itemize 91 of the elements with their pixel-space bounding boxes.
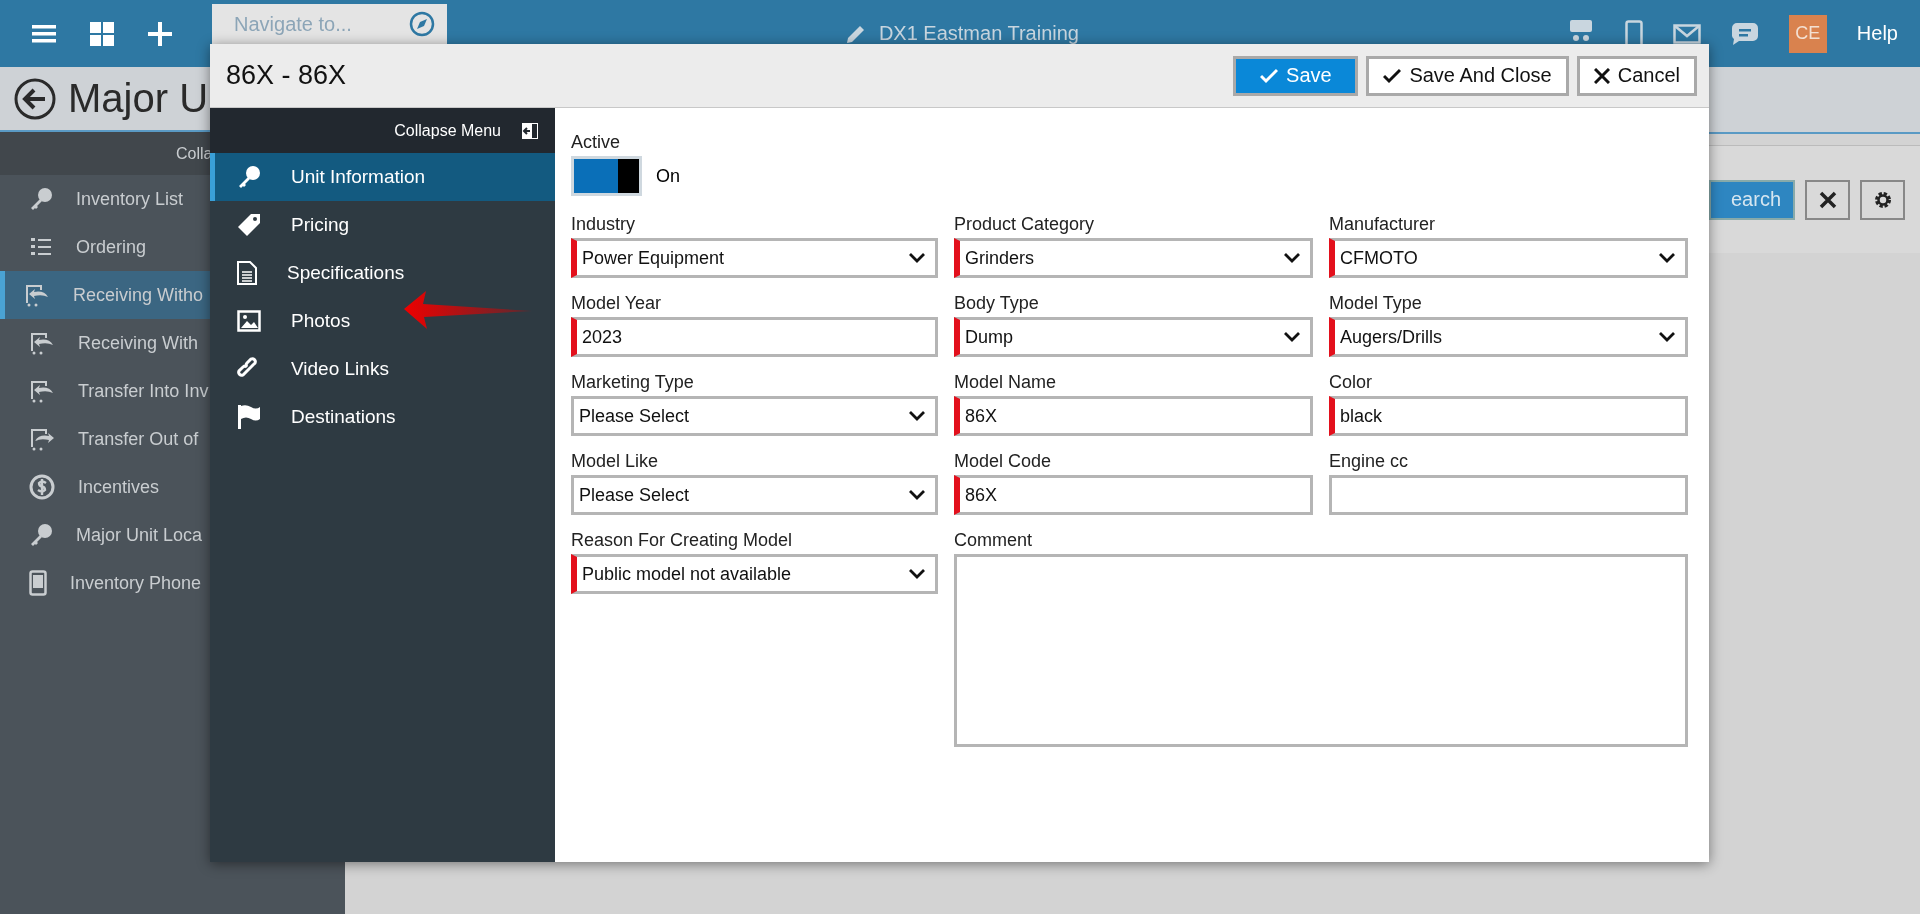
chevron-icon xyxy=(1284,332,1300,342)
help-link[interactable]: Help xyxy=(1856,22,1898,45)
sidebar-item[interactable]: Transfer Out of xyxy=(0,415,210,463)
key-icon xyxy=(237,165,261,189)
dollar-icon xyxy=(29,474,55,500)
dropdown-field[interactable]: Grinders xyxy=(954,238,1313,278)
compass-icon[interactable] xyxy=(409,11,435,37)
document-icon xyxy=(237,261,257,285)
field-label: Marketing Type xyxy=(571,372,695,393)
chevron-icon xyxy=(909,253,925,263)
message-icon[interactable] xyxy=(1730,21,1759,46)
text-field[interactable]: 86X xyxy=(954,396,1313,436)
menu-item[interactable]: Pricing xyxy=(210,201,555,249)
settings-button[interactable] xyxy=(1860,179,1906,220)
cancel-button[interactable]: Cancel xyxy=(1576,55,1697,96)
comment-field[interactable] xyxy=(954,554,1688,747)
back-icon[interactable] xyxy=(14,77,56,120)
placeholder-text: Navigate to... xyxy=(234,12,352,36)
phone-icon xyxy=(29,570,47,596)
dropdown-field[interactable]: Please Select xyxy=(571,475,938,515)
flag-icon xyxy=(237,404,261,430)
check-icon xyxy=(1260,67,1279,84)
menu-item[interactable]: Video Links xyxy=(210,345,555,393)
chevron-icon xyxy=(909,490,925,500)
close-icon[interactable] xyxy=(1818,190,1837,209)
field-label: Industry xyxy=(571,214,637,235)
menu-item[interactable]: Photos xyxy=(210,297,555,345)
toggle-switch[interactable] xyxy=(571,156,642,196)
plus-icon[interactable] xyxy=(148,21,172,46)
receive-icon xyxy=(24,283,50,307)
page-title: Major U xyxy=(68,76,209,121)
dropdown-field[interactable]: Augers/Drills xyxy=(1329,317,1688,357)
dropdown-field[interactable]: Dump xyxy=(954,317,1313,357)
menu-item[interactable]: Specifications xyxy=(210,249,555,297)
chevron-icon xyxy=(909,411,925,421)
sidebar-item[interactable]: Inventory List xyxy=(0,175,210,223)
field-label: Manufacturer xyxy=(1329,214,1437,235)
chevron-icon xyxy=(1284,253,1300,263)
chevron-icon xyxy=(1659,332,1675,342)
menu-icon[interactable] xyxy=(32,23,56,44)
chevron-icon xyxy=(1659,253,1675,263)
field-label: Model Year xyxy=(571,293,663,314)
menu-item[interactable]: Unit Information xyxy=(210,153,555,201)
close-icon xyxy=(1593,67,1610,84)
text-field[interactable]: 86X xyxy=(954,475,1313,515)
sidebar-item[interactable]: Ordering xyxy=(0,223,210,271)
field-label: Reason For Creating Model xyxy=(571,530,794,551)
grid-icon[interactable] xyxy=(90,21,114,46)
mail-icon[interactable] xyxy=(1672,23,1701,44)
field-label: Color xyxy=(1329,372,1373,393)
collapse-icon[interactable] xyxy=(521,121,539,140)
text-field[interactable]: black xyxy=(1329,396,1688,436)
toggle-state: On xyxy=(656,165,680,187)
clear-button[interactable] xyxy=(1805,179,1851,220)
dropdown-field[interactable]: Public model not available xyxy=(571,554,938,594)
sidebar-item[interactable]: Major Unit Loca xyxy=(0,511,210,559)
key-icon xyxy=(29,523,53,547)
field-label: Product Category xyxy=(954,214,1096,235)
menu-item[interactable]: Destinations xyxy=(210,393,555,441)
app-title: DX1 Eastman Training xyxy=(878,22,1079,45)
save-and-close-button[interactable]: Save And Close xyxy=(1366,55,1569,96)
field-label: Model Code xyxy=(954,451,1053,472)
chevron-icon xyxy=(909,569,925,579)
sidebar-item[interactable]: Transfer Into Inv xyxy=(0,367,210,415)
sidebar-item[interactable]: Receiving With xyxy=(0,319,210,367)
image-icon xyxy=(237,310,261,332)
field-label: Model Type xyxy=(1329,293,1423,314)
field-label: Model Like xyxy=(571,451,660,472)
dropdown-field[interactable]: Power Equipment xyxy=(571,238,938,278)
text-field[interactable] xyxy=(1329,475,1688,515)
save-button[interactable]: Save xyxy=(1233,55,1359,96)
field-label: Active xyxy=(571,132,622,153)
receive-icon xyxy=(29,379,55,403)
send-icon xyxy=(29,427,55,451)
key-icon xyxy=(29,187,53,211)
sidebar-item[interactable]: Incentives xyxy=(0,463,210,511)
dialog-title: 86X - 86X xyxy=(226,60,347,91)
sidebar-item[interactable]: Receiving Witho xyxy=(0,271,210,319)
collapse-menu-label[interactable]: Collapse Menu xyxy=(394,121,501,140)
field-label: Body Type xyxy=(954,293,1040,314)
text-field[interactable]: 2023 xyxy=(571,317,938,357)
field-label: Comment xyxy=(954,530,1034,551)
field-label: Model Name xyxy=(954,372,1058,393)
dropdown-field[interactable]: Please Select xyxy=(571,396,938,436)
check-icon xyxy=(1383,67,1402,84)
dropdown-field[interactable]: CFMOTO xyxy=(1329,238,1688,278)
receive-icon xyxy=(29,331,55,355)
settings-icon[interactable] xyxy=(1872,189,1893,210)
sidebar-item[interactable]: Inventory Phone xyxy=(0,559,210,607)
field-label: Engine cc xyxy=(1329,451,1410,472)
tag-icon xyxy=(237,213,261,237)
